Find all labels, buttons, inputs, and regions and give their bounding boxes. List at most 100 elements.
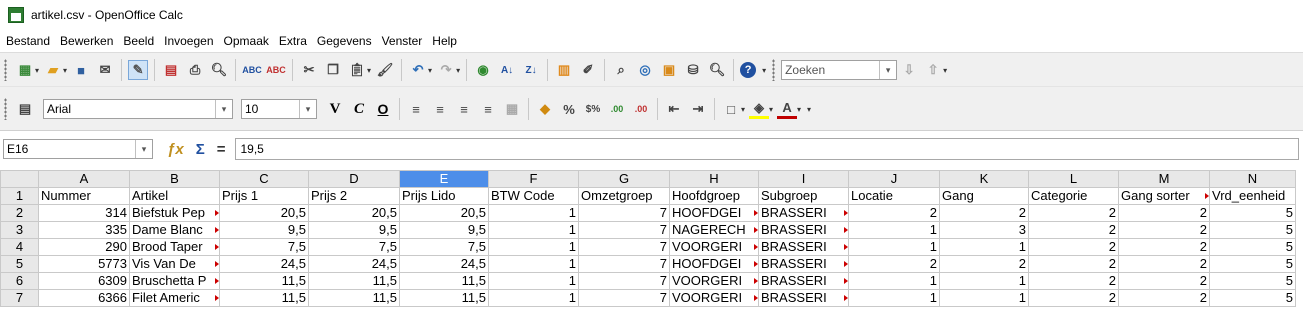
cell-b3[interactable]: Dame Blanc [129,221,220,239]
menu-beeld[interactable]: Beeld [118,34,159,48]
autospellcheck-icon[interactable]: ABC [266,60,286,80]
italic-icon[interactable]: C [349,99,369,119]
cell-k3[interactable]: 3 [939,221,1029,239]
cell-m1[interactable]: Gang sorter [1118,187,1210,205]
edit-mode-icon[interactable]: ✎ [128,60,149,80]
row-header[interactable]: 4 [0,238,39,256]
cell-f1[interactable]: BTW Code [488,187,579,205]
column-header-i[interactable]: I [758,170,849,188]
cell-d7[interactable]: 11,5 [308,289,400,307]
redo-dropdown-icon[interactable]: ▾ [456,66,460,75]
cell-d6[interactable]: 11,5 [308,272,400,290]
align-left-icon[interactable]: ≡ [406,99,426,119]
cell-g2[interactable]: 7 [578,204,670,222]
column-header-e[interactable]: E [399,170,489,188]
cell-f7[interactable]: 1 [488,289,579,307]
chart-icon[interactable]: ▥ [554,60,574,80]
menu-opmaak[interactable]: Opmaak [219,34,274,48]
zoom-icon[interactable]: 🔍︎ [707,60,727,80]
save-icon[interactable]: ■ [71,60,91,80]
menu-extra[interactable]: Extra [274,34,312,48]
cell-h4[interactable]: VOORGERI [669,238,759,256]
standard-format-icon[interactable]: $% [583,99,603,119]
cell-h2[interactable]: HOOFDGEI [669,204,759,222]
cell-m6[interactable]: 2 [1118,272,1210,290]
font-size-input[interactable]: 10 [242,102,299,116]
borders-dropdown-icon[interactable]: ▾ [741,105,745,114]
cell-h5[interactable]: HOOFDGEI [669,255,759,273]
draw-functions-icon[interactable]: ✐ [578,60,598,80]
delete-decimal-icon[interactable]: .00 [631,99,651,119]
cell-e5[interactable]: 24,5 [399,255,489,273]
cell-i4[interactable]: BRASSERI [758,238,849,256]
search-field[interactable]: Zoeken ▾ [781,60,898,80]
currency-format-icon[interactable]: ◆ [535,99,555,119]
redo-icon[interactable]: ↷ [436,60,456,80]
menu-venster[interactable]: Venster [377,34,428,48]
cell-l3[interactable]: 2 [1028,221,1119,239]
cut-icon[interactable]: ✂ [299,60,319,80]
align-justify-icon[interactable]: ≡ [478,99,498,119]
cell-d2[interactable]: 20,5 [308,204,400,222]
function-wizard-icon[interactable]: ƒx [167,141,184,158]
cell-b4[interactable]: Brood Taper [129,238,220,256]
export-pdf-icon[interactable]: ▤ [161,60,181,80]
cell-e1[interactable]: Prijs Lido [399,187,489,205]
cell-c3[interactable]: 9,5 [219,221,309,239]
cell-g7[interactable]: 7 [578,289,670,307]
cell-m5[interactable]: 2 [1118,255,1210,273]
cell-n7[interactable]: 5 [1209,289,1296,307]
cell-j6[interactable]: 1 [848,272,940,290]
hyperlink-icon[interactable]: ◉ [473,60,493,80]
menu-bewerken[interactable]: Bewerken [55,34,118,48]
column-header-c[interactable]: C [219,170,309,188]
cell-l6[interactable]: 2 [1028,272,1119,290]
cell-a7[interactable]: 6366 [38,289,130,307]
background-color-dropdown-icon[interactable]: ▾ [769,105,773,114]
cell-c5[interactable]: 24,5 [219,255,309,273]
cell-k2[interactable]: 2 [939,204,1029,222]
cell-c7[interactable]: 11,5 [219,289,309,307]
undo-dropdown-icon[interactable]: ▾ [428,66,432,75]
bold-icon[interactable]: V [325,99,345,119]
new-document-icon[interactable]: ▦ [15,60,35,80]
spellcheck-icon[interactable]: ABC [242,60,262,80]
name-box-input[interactable]: E16 [4,142,135,156]
cell-g4[interactable]: 7 [578,238,670,256]
row-header[interactable]: 6 [0,272,39,290]
search-input[interactable]: Zoeken [782,63,879,77]
cell-j5[interactable]: 2 [848,255,940,273]
cell-m7[interactable]: 2 [1118,289,1210,307]
cell-a1[interactable]: Nummer [38,187,130,205]
cell-n5[interactable]: 5 [1209,255,1296,273]
paste-icon[interactable]: 📋︎ [347,60,367,80]
column-header-m[interactable]: M [1118,170,1210,188]
cell-n6[interactable]: 5 [1209,272,1296,290]
toolbar-grip[interactable] [4,59,7,81]
toolbar-options-icon[interactable]: ▾ [762,66,766,75]
font-color-icon[interactable]: A [777,99,798,119]
cell-a4[interactable]: 290 [38,238,130,256]
cell-h7[interactable]: VOORGERI [669,289,759,307]
cell-g5[interactable]: 7 [578,255,670,273]
sum-icon[interactable]: Σ [196,141,205,158]
open-folder-icon[interactable]: ▰ [43,60,63,80]
menu-bestand[interactable]: Bestand [0,34,55,48]
increase-indent-icon[interactable]: ⇥ [688,99,708,119]
column-header-n[interactable]: N [1209,170,1296,188]
cell-e3[interactable]: 9,5 [399,221,489,239]
cell-b1[interactable]: Artikel [129,187,220,205]
cell-i1[interactable]: Subgroep [758,187,849,205]
font-size-dropdown-icon[interactable]: ▾ [299,100,316,118]
cell-j3[interactable]: 1 [848,221,940,239]
font-name-box[interactable]: Arial ▾ [43,99,233,119]
font-name-dropdown-icon[interactable]: ▾ [215,100,232,118]
cell-f3[interactable]: 1 [488,221,579,239]
cell-h6[interactable]: VOORGERI [669,272,759,290]
row-header[interactable]: 1 [0,187,39,205]
cell-l1[interactable]: Categorie [1028,187,1119,205]
cell-l2[interactable]: 2 [1028,204,1119,222]
cell-d4[interactable]: 7,5 [308,238,400,256]
cell-g1[interactable]: Omzetgroep [578,187,670,205]
cell-e7[interactable]: 11,5 [399,289,489,307]
